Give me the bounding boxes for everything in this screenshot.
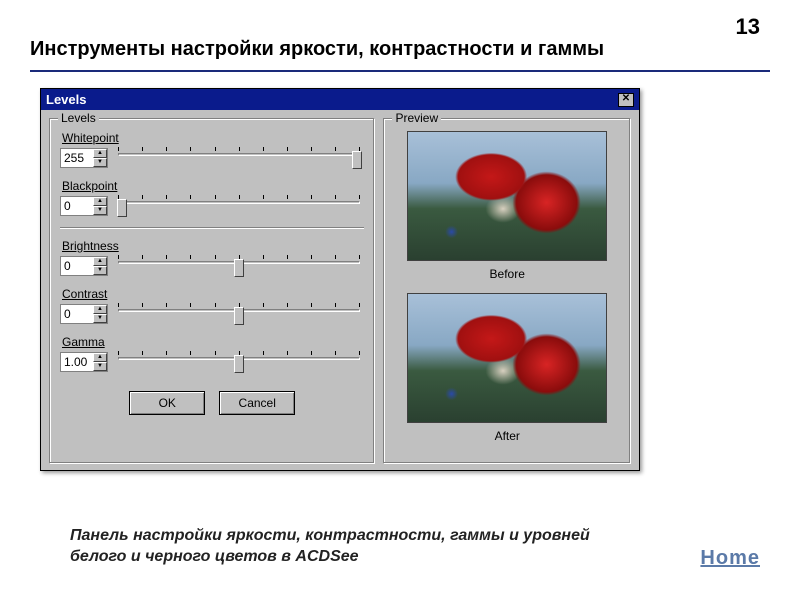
whitepoint-spin-up[interactable]: ▲ [93,149,107,158]
blackpoint-row: Blackpoint ▲ ▼ [60,179,364,217]
blackpoint-input[interactable] [61,197,93,215]
blackpoint-slider[interactable] [114,195,364,217]
gamma-slider[interactable] [114,351,364,373]
contrast-input[interactable] [61,305,93,323]
title-divider [30,70,770,72]
preview-before-image [407,131,607,261]
whitepoint-numbox: ▲ ▼ [60,148,108,168]
dialog-title: Levels [46,92,86,107]
gamma-label: Gamma [62,335,364,349]
whitepoint-slider[interactable] [114,147,364,169]
whitepoint-input[interactable] [61,149,93,167]
brightness-slider[interactable] [114,255,364,277]
contrast-slider[interactable] [114,303,364,325]
cancel-button[interactable]: Cancel [219,391,295,415]
brightness-input[interactable] [61,257,93,275]
after-label: After [394,429,620,443]
close-button[interactable]: ✕ [618,93,634,107]
whitepoint-label: Whitepoint [62,131,364,145]
page-number: 13 [736,14,760,40]
brightness-row: Brightness ▲ ▼ [60,239,364,277]
blackpoint-numbox: ▲ ▼ [60,196,108,216]
levels-dialog: Levels ✕ Levels Whitepoint ▲ ▼ [40,88,640,471]
contrast-spin-up[interactable]: ▲ [93,305,107,314]
contrast-spin-down[interactable]: ▼ [93,314,107,323]
brightness-spin-down[interactable]: ▼ [93,266,107,275]
brightness-label: Brightness [62,239,364,253]
gamma-spin-down[interactable]: ▼ [93,362,107,371]
preview-after-image [407,293,607,423]
preview-groupbox: Preview Before After [383,118,631,464]
whitepoint-spin-down[interactable]: ▼ [93,158,107,167]
contrast-thumb[interactable] [234,307,244,325]
gamma-row: Gamma ▲ ▼ [60,335,364,373]
blackpoint-label: Blackpoint [62,179,364,193]
levels-group-label: Levels [58,111,99,125]
contrast-row: Contrast ▲ ▼ [60,287,364,325]
page-caption: Панель настройки яркости, контрастности,… [70,525,610,568]
before-label: Before [394,267,620,281]
gamma-input[interactable] [61,353,93,371]
whitepoint-row: Whitepoint ▲ ▼ [60,131,364,169]
dialog-titlebar[interactable]: Levels ✕ [41,89,639,110]
gamma-numbox: ▲ ▼ [60,352,108,372]
ok-button[interactable]: OK [129,391,205,415]
page-title: Инструменты настройки яркости, контрастн… [30,38,604,61]
gamma-spin-up[interactable]: ▲ [93,353,107,362]
separator [60,227,364,229]
contrast-numbox: ▲ ▼ [60,304,108,324]
brightness-numbox: ▲ ▼ [60,256,108,276]
brightness-spin-up[interactable]: ▲ [93,257,107,266]
blackpoint-thumb[interactable] [117,199,127,217]
blackpoint-spin-down[interactable]: ▼ [93,206,107,215]
gamma-thumb[interactable] [234,355,244,373]
levels-groupbox: Levels Whitepoint ▲ ▼ [49,118,375,464]
whitepoint-thumb[interactable] [352,151,362,169]
contrast-label: Contrast [62,287,364,301]
brightness-thumb[interactable] [234,259,244,277]
blackpoint-spin-up[interactable]: ▲ [93,197,107,206]
preview-group-label: Preview [392,111,441,125]
home-link[interactable]: Home [700,547,760,570]
